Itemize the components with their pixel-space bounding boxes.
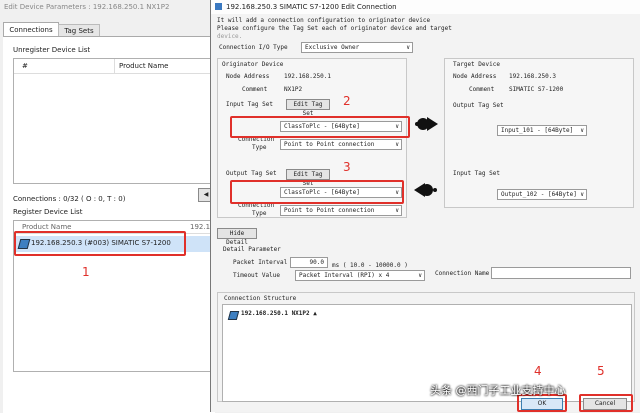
packet-interval-value: 90.0 xyxy=(309,259,324,266)
highlight-box-2 xyxy=(230,116,410,138)
app-icon xyxy=(215,3,222,10)
tab-tag-sets-label: Tag Sets xyxy=(64,27,94,35)
edit-connection-dialog: 192.168.250.3 SIMATIC S7-1200 Edit Conne… xyxy=(210,0,640,412)
edit-tag-set-button-1[interactable]: Edit Tag Set xyxy=(286,99,330,117)
target-comment-value: SIMATIC S7-1200 xyxy=(509,86,564,93)
timeout-label: Timeout Value xyxy=(233,272,280,279)
timeout-value: Packet Interval (RPI) x 4 xyxy=(299,272,390,279)
tab-connections[interactable]: Connections xyxy=(3,22,59,37)
arrow-right-icon xyxy=(413,114,439,134)
highlight-box-5 xyxy=(579,394,633,412)
target-output-value: Input_101 - [64Byte] xyxy=(501,127,574,134)
chevron-down-icon: ∨ xyxy=(395,141,399,148)
detail-heading: Detail Parameter xyxy=(223,246,281,253)
orig-input-label: Input Tag Set xyxy=(226,101,273,108)
target-output-label: Output Tag Set xyxy=(453,102,504,109)
chevron-down-icon: ∨ xyxy=(395,207,399,214)
packet-interval-label: Packet Interval xyxy=(233,259,288,266)
annotation-4: 4 xyxy=(534,364,542,378)
chevron-down-icon: ∨ xyxy=(580,127,584,134)
orig-node-value: 192.168.250.1 xyxy=(284,73,331,80)
orig-output-label: Output Tag Set xyxy=(226,170,277,177)
hide-detail-button[interactable]: Hide Detail xyxy=(217,228,257,246)
connection-type-label: Connection I/O Type xyxy=(219,44,288,51)
back-window: Edit Device Parameters : 192.168.250.1 N… xyxy=(0,0,217,413)
orig-ctype-select-2[interactable]: Point to Point connection ∨ xyxy=(280,205,402,216)
orig-comment-label: Comment xyxy=(242,86,268,93)
tab-connections-label: Connections xyxy=(9,26,53,34)
unregister-list[interactable]: # Product Name xyxy=(13,58,215,184)
annotation-1: 1 xyxy=(82,265,90,279)
back-window-title: Edit Device Parameters : 192.168.250.1 N… xyxy=(4,3,170,11)
col-product-name: Product Name xyxy=(119,62,169,70)
register-label: Register Device List xyxy=(13,208,83,216)
unregister-label: Unregister Device List xyxy=(13,46,91,54)
target-input-value: Output_102 - [64Byte] xyxy=(501,191,577,198)
highlight-box-1 xyxy=(14,231,186,256)
structure-tree[interactable]: 192.168.250.1 NX1P2 ▲ xyxy=(222,304,632,402)
target-input-label: Input Tag Set xyxy=(453,170,500,177)
dialog-title-bar: 192.168.250.3 SIMATIC S7-1200 Edit Conne… xyxy=(211,0,640,14)
arrow-left-icon xyxy=(413,180,439,200)
reg-col-product: Product Name xyxy=(22,223,72,231)
structure-item-label: 192.168.250.1 NX1P2 ▲ xyxy=(241,310,317,317)
description-line-1: It will add a connection configuration t… xyxy=(217,17,431,24)
connection-type-select[interactable]: Exclusive Owner ∨ xyxy=(301,42,413,53)
edit-tag-set-button-2[interactable]: Edit Tag Set xyxy=(286,169,330,187)
orig-ctype-label-2: Type xyxy=(252,144,267,151)
col-hash: # xyxy=(22,62,28,70)
description-line-2: Please configure the Tag Set each of ori… xyxy=(217,25,452,32)
device-icon xyxy=(227,311,240,320)
orig-node-label: Node Address xyxy=(226,73,270,80)
target-node-label: Node Address xyxy=(453,73,497,80)
orig-ctype-value-2: Point to Point connection xyxy=(284,207,375,214)
packet-interval-unit: ms ( 10.0 - 10000.0 ) xyxy=(332,262,408,269)
target-heading: Target Device xyxy=(453,61,500,68)
orig-comment-value: NX1P2 xyxy=(284,86,303,93)
annotation-5: 5 xyxy=(597,364,605,378)
annotation-3: 3 xyxy=(343,160,351,174)
originator-heading: Originator Device xyxy=(222,61,284,68)
target-group: Target Device Node Address 192.168.250.3… xyxy=(444,58,634,208)
description-line-3: device. xyxy=(217,33,243,40)
chevron-down-icon: ∨ xyxy=(580,191,584,198)
orig-ctype-label-4: Type xyxy=(252,210,267,217)
annotation-2: 2 xyxy=(343,94,351,108)
connections-count: Connections : 0/32 ( O : 0, T : 0) xyxy=(13,195,126,203)
connection-name-input[interactable] xyxy=(491,267,631,279)
structure-heading: Connection Structure xyxy=(224,295,297,302)
timeout-select[interactable]: Packet Interval (RPI) x 4 ∨ xyxy=(295,270,425,281)
watermark: 头条 @西门子工业支持中心 xyxy=(430,384,566,397)
target-comment-label: Comment xyxy=(469,86,495,93)
target-node-value: 192.168.250.3 xyxy=(509,73,556,80)
orig-ctype-select-1[interactable]: Point to Point connection ∨ xyxy=(280,139,402,150)
target-output-select[interactable]: Input_101 - [64Byte] ∨ xyxy=(497,125,587,136)
connection-structure-group: Connection Structure 192.168.250.1 NX1P2… xyxy=(217,292,635,402)
packet-interval-input[interactable]: 90.0 xyxy=(290,257,328,268)
target-input-select[interactable]: Output_102 - [64Byte] ∨ xyxy=(497,189,587,200)
connection-name-label: Connection Name xyxy=(435,270,490,277)
orig-ctype-value-1: Point to Point connection xyxy=(284,141,375,148)
dialog-title: 192.168.250.3 SIMATIC S7-1200 Edit Conne… xyxy=(226,3,397,11)
chevron-down-icon: ∨ xyxy=(418,272,422,279)
chevron-down-icon: ∨ xyxy=(406,44,410,51)
highlight-box-3 xyxy=(230,180,404,204)
connection-type-value: Exclusive Owner xyxy=(305,44,360,51)
